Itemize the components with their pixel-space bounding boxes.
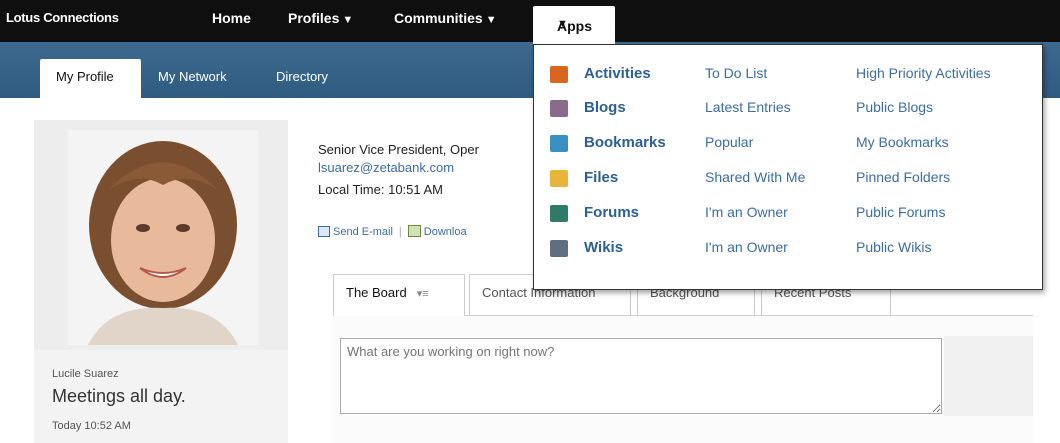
status-message: Meetings all day. xyxy=(52,386,186,406)
app-sublink-high-priority[interactable]: High Priority Activities xyxy=(856,65,991,81)
apps-dropdown-menu: Activities To Do List High Priority Acti… xyxy=(533,44,1043,290)
app-link-blogs[interactable]: Blogs xyxy=(584,99,626,116)
vcard-icon xyxy=(407,225,421,237)
app-sublink-todo[interactable]: To Do List xyxy=(705,65,767,81)
wikis-icon xyxy=(550,240,568,257)
person-name[interactable]: Lucile Suarez xyxy=(52,368,119,380)
app-link-wikis[interactable]: Wikis xyxy=(584,239,623,256)
chevron-down-icon: ▼ xyxy=(342,14,354,26)
app-sublink-wikis-owner[interactable]: I'm an Owner xyxy=(705,239,788,255)
profile-sidebar: Lucile Suarez Meetings all day. Today 10… xyxy=(34,120,288,443)
folder-icon xyxy=(550,170,568,187)
nav-profiles-label: Profiles xyxy=(288,10,340,26)
app-sublink-public-blogs[interactable]: Public Blogs xyxy=(856,99,933,115)
nav-communities-label: Communities xyxy=(394,10,483,26)
app-link-activities[interactable]: Activities xyxy=(584,65,651,82)
apps-menu-row-blogs: Blogs Latest Entries Public Blogs xyxy=(534,95,1044,129)
nav-home[interactable]: Home xyxy=(212,10,251,26)
send-email-link[interactable]: Send E-mail xyxy=(318,226,393,238)
forums-icon xyxy=(550,205,568,222)
tab-my-profile[interactable]: My Profile xyxy=(40,59,141,98)
status-panel: Lucile Suarez Meetings all day. Today 10… xyxy=(34,350,288,443)
nav-home-label: Home xyxy=(212,10,251,26)
app-link-files[interactable]: Files xyxy=(584,169,618,186)
status-update-input[interactable] xyxy=(340,338,942,414)
chevron-down-icon: ▼ xyxy=(557,18,568,30)
app-link-bookmarks[interactable]: Bookmarks xyxy=(584,134,666,151)
profile-photo xyxy=(68,130,258,345)
app-sublink-latest-entries[interactable]: Latest Entries xyxy=(705,99,791,115)
email-icon xyxy=(318,226,330,237)
blogs-icon xyxy=(550,100,568,117)
app-sublink-popular[interactable]: Popular xyxy=(705,134,753,150)
download-label: Downloa xyxy=(423,226,467,238)
app-link-forums[interactable]: Forums xyxy=(584,204,639,221)
send-email-label: Send E-mail xyxy=(333,226,393,238)
apps-menu-row-wikis: Wikis I'm an Owner Public Wikis xyxy=(534,235,1044,269)
app-sublink-forums-owner[interactable]: I'm an Owner xyxy=(705,204,788,220)
tab-directory[interactable]: Directory xyxy=(276,59,356,98)
tab-my-network[interactable]: My Network xyxy=(158,59,258,98)
menu-icon[interactable]: ▾≡ xyxy=(417,288,429,300)
apps-menu-row-files: Files Shared With Me Pinned Folders xyxy=(534,165,1044,199)
app-sublink-shared-with-me[interactable]: Shared With Me xyxy=(705,169,805,185)
profile-actions: Send E-mail | Downloa xyxy=(318,225,467,238)
status-timestamp: Today 10:52 AM xyxy=(52,420,131,432)
activities-icon xyxy=(550,66,568,83)
post-button-area xyxy=(944,336,1033,416)
apps-menu-row-activities: Activities To Do List High Priority Acti… xyxy=(534,61,1044,95)
app-sublink-pinned-folders[interactable]: Pinned Folders xyxy=(856,169,950,185)
email-link[interactable]: lsuarez@zetabank.com xyxy=(318,160,454,175)
chevron-down-icon: ▼ xyxy=(485,14,497,26)
nav-communities[interactable]: Communities ▼ xyxy=(394,10,497,26)
nav-profiles[interactable]: Profiles ▼ xyxy=(288,10,353,26)
brand-name: Lotus Connections xyxy=(6,10,119,25)
top-nav-bar: Lotus Connections Home Profiles ▼ Communi… xyxy=(0,0,1060,42)
download-link[interactable]: Downloa xyxy=(407,225,467,238)
job-title: Senior Vice President, Oper xyxy=(318,142,479,157)
bookmarks-icon xyxy=(550,135,568,152)
tab-the-board-label: The Board xyxy=(346,285,407,300)
nav-apps[interactable]: Apps ▼ xyxy=(533,6,615,44)
local-time: Local Time: 10:51 AM xyxy=(318,182,444,197)
app-sublink-public-wikis[interactable]: Public Wikis xyxy=(856,239,931,255)
apps-menu-row-forums: Forums I'm an Owner Public Forums xyxy=(534,200,1044,234)
apps-menu-row-bookmarks: Bookmarks Popular My Bookmarks xyxy=(534,130,1044,164)
tab-the-board[interactable]: The Board ▾≡ xyxy=(333,274,465,316)
app-sublink-public-forums[interactable]: Public Forums xyxy=(856,204,945,220)
app-sublink-my-bookmarks[interactable]: My Bookmarks xyxy=(856,134,949,150)
